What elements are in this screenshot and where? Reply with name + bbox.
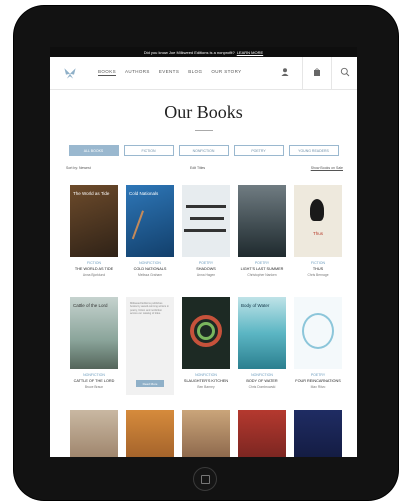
book-title[interactable]: Four Reincarnations [294, 379, 342, 384]
filter-young-readers[interactable]: Young Readers [288, 145, 339, 156]
sort-dropdown[interactable]: Sort by: Newest [66, 166, 91, 170]
header-divider [331, 57, 332, 89]
book-category: Nonfiction [139, 261, 161, 265]
book-card[interactable]: The World as Tide Fiction The World as T… [70, 185, 118, 277]
filter-nonfiction[interactable]: Nonfiction [178, 145, 229, 156]
promo-text: Did you know Joe Milkweed Editions is a … [143, 49, 235, 55]
book-cover[interactable]: Thus [294, 185, 342, 257]
promo-bar: Did you know Joe Milkweed Editions is a … [50, 47, 357, 57]
home-square-icon [200, 474, 210, 484]
book-category: Fiction [87, 261, 101, 265]
book-cover[interactable]: Body of Water [238, 297, 286, 369]
book-cover[interactable] [182, 185, 230, 257]
book-card[interactable]: Poetry Light's Last Summer Christopher N… [238, 185, 286, 277]
header-divider [302, 57, 303, 89]
home-button[interactable] [193, 467, 217, 491]
promo-card-body: Milkweed Editions publishes books by awa… [126, 297, 174, 395]
book-category: Nonfiction [195, 373, 217, 377]
read-more-button[interactable]: Read More [136, 380, 164, 387]
main-nav: Books Authors Events Blog Our Story [98, 69, 242, 76]
book-cover[interactable] [294, 410, 342, 457]
book-title[interactable]: Light's Last Summer [238, 267, 286, 272]
book-card[interactable]: Poetry Four Reincarnations Max Ritvo [294, 297, 342, 389]
filter-tabs: All Books Fiction Nonfiction Poetry Youn… [50, 145, 357, 156]
book-cover[interactable] [70, 410, 118, 457]
book-category: Fiction [311, 261, 325, 265]
user-icon[interactable] [280, 67, 290, 77]
book-title[interactable]: Cattle of the Lord [70, 379, 118, 384]
sort-bar: Sort by: Newest Edit Titles Show Books o… [50, 162, 357, 174]
book-title[interactable]: Cold Nationals [126, 267, 174, 272]
screen: Did you know Joe Milkweed Editions is a … [50, 47, 357, 457]
book-card[interactable]: Cold Nationals Nonfiction Cold Nationals… [126, 185, 174, 277]
cover-title: Cold Nationals [129, 191, 159, 196]
edit-titles-label: Edit Titles [190, 166, 206, 170]
search-icon[interactable] [340, 67, 350, 77]
book-cover[interactable] [182, 297, 230, 369]
book-card[interactable]: Thus Fiction Thus Chris Bernage [294, 185, 342, 277]
nav-our-story[interactable]: Our Story [211, 69, 241, 76]
nav-events[interactable]: Events [159, 69, 179, 76]
book-title[interactable]: Slaughter's Kitchen [182, 379, 230, 384]
book-author[interactable]: Melissa Graham [126, 273, 174, 277]
site-header: Books Authors Events Blog Our Story [50, 57, 357, 90]
book-author[interactable]: Chris Bernage [294, 273, 342, 277]
book-title[interactable]: Thus [294, 267, 342, 272]
nav-authors[interactable]: Authors [125, 69, 150, 76]
book-card[interactable]: Cattle of the Lord Nonfiction Cattle of … [70, 297, 118, 389]
filter-poetry[interactable]: Poetry [233, 145, 284, 156]
book-title[interactable]: Body of Water [238, 379, 286, 384]
book-author[interactable]: Max Ritvo [294, 385, 342, 389]
sale-link[interactable]: Show Books on Sale [311, 166, 343, 170]
title-rule [194, 130, 213, 131]
book-category: Nonfiction [251, 373, 273, 377]
book-cover[interactable]: Cold Nationals [126, 185, 174, 257]
book-card[interactable] [238, 410, 286, 457]
book-cover[interactable] [182, 410, 230, 457]
book-card[interactable]: Nonfiction Slaughter's Kitchen Ben Barne… [182, 297, 230, 389]
cover-title: Body of Water [241, 303, 270, 308]
cover-title: Thus [312, 231, 323, 236]
book-author[interactable]: Anna Hagen [182, 273, 230, 277]
nav-books[interactable]: Books [98, 69, 117, 76]
book-category: Poetry [198, 261, 214, 265]
butterfly-logo-icon[interactable] [62, 65, 78, 81]
book-card[interactable] [70, 410, 118, 457]
book-category: Nonfiction [83, 373, 105, 377]
book-cover[interactable] [238, 410, 286, 457]
bag-icon[interactable] [312, 67, 322, 77]
book-author[interactable]: Chris Dombrowski [238, 385, 286, 389]
cover-title: The World as Tide [73, 191, 110, 196]
book-title[interactable]: Shadows [182, 267, 230, 272]
book-cover[interactable] [294, 297, 342, 369]
filter-fiction[interactable]: Fiction [123, 145, 174, 156]
cover-title: Cattle of the Lord [73, 303, 108, 308]
book-cover[interactable] [126, 410, 174, 457]
page-title: Our Books [164, 102, 243, 122]
book-cover[interactable]: The World as Tide [70, 185, 118, 257]
book-author[interactable]: Christopher Nanken [238, 273, 286, 277]
book-author[interactable]: Ben Barney [182, 385, 230, 389]
book-cover[interactable]: Cattle of the Lord [70, 297, 118, 369]
book-card[interactable] [126, 410, 174, 457]
book-author[interactable]: Bruce Braun [70, 385, 118, 389]
book-card[interactable] [182, 410, 230, 457]
book-category: Poetry [254, 261, 270, 265]
promo-card: Milkweed Editions publishes books by awa… [126, 297, 174, 395]
book-cover[interactable] [238, 185, 286, 257]
promo-link[interactable]: LEARN MORE [237, 50, 263, 55]
book-title[interactable]: The World as Tide [70, 267, 118, 272]
book-card[interactable] [294, 410, 342, 457]
promo-card-text: Milkweed Editions publishes books by awa… [130, 302, 169, 316]
nav-blog[interactable]: Blog [188, 69, 202, 76]
book-category: Poetry [310, 373, 326, 377]
book-author[interactable]: Anna Bjorklund [70, 273, 118, 277]
filter-all-books[interactable]: All Books [68, 145, 119, 156]
book-card[interactable]: Poetry Shadows Anna Hagen [182, 185, 230, 277]
book-card[interactable]: Body of Water Nonfiction Body of Water C… [238, 297, 286, 389]
